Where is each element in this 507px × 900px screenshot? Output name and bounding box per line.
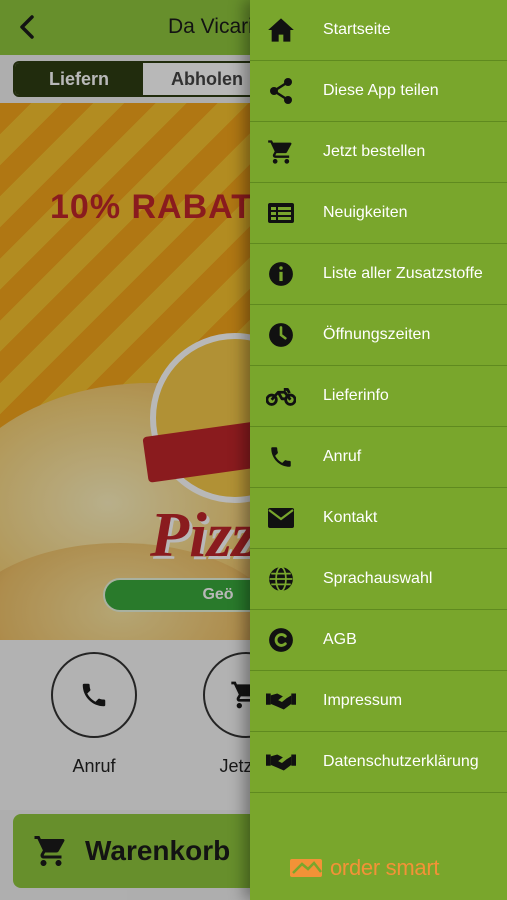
drawer-item-label: Sprachauswahl (323, 570, 433, 587)
clock-icon (266, 320, 296, 350)
drawer-item-opening-hours[interactable]: Öffnungszeiten (250, 305, 507, 366)
envelope-icon (266, 503, 296, 533)
share-icon (266, 76, 296, 106)
drawer-item-label: Lieferinfo (323, 387, 389, 404)
globe-icon (266, 564, 296, 594)
handshake-icon (266, 747, 296, 777)
drawer-item-home[interactable]: Startseite (250, 0, 507, 61)
handshake-icon (266, 686, 296, 716)
news-icon (266, 198, 296, 228)
drawer-item-news[interactable]: Neuigkeiten (250, 183, 507, 244)
info-icon (266, 259, 296, 289)
drawer-item-label: Diese App teilen (323, 82, 439, 99)
order-smart-brand-text: order smart (330, 855, 440, 880)
drawer-item-call[interactable]: Anruf (250, 427, 507, 488)
drawer-item-terms[interactable]: AGB (250, 610, 507, 671)
drawer-item-imprint[interactable]: Impressum (250, 671, 507, 732)
drawer-item-additives[interactable]: Liste aller Zusatzstoffe (250, 244, 507, 305)
navigation-drawer: Startseite Diese App teilen Jetzt bestel… (250, 0, 507, 900)
drawer-item-label: Liste aller Zusatzstoffe (323, 265, 483, 282)
drawer-item-label: Datenschutzerklärung (323, 753, 479, 770)
drawer-item-label: Jetzt bestellen (323, 143, 426, 160)
drawer-item-label: AGB (323, 631, 357, 648)
phone-icon (266, 442, 296, 472)
home-icon (266, 15, 296, 45)
cart-icon (266, 137, 296, 167)
drawer-item-label: Startseite (323, 21, 391, 38)
drawer-item-label: Neuigkeiten (323, 204, 408, 221)
drawer-item-label: Impressum (323, 692, 403, 709)
drawer-item-label: Öffnungszeiten (323, 326, 431, 343)
drawer-item-label: Anruf (323, 448, 362, 465)
drawer-item-language[interactable]: Sprachauswahl (250, 549, 507, 610)
order-smart-logo: order smart (290, 855, 439, 881)
drawer-item-privacy[interactable]: Datenschutzerklärung (250, 732, 507, 793)
drawer-item-delivery-info[interactable]: Lieferinfo (250, 366, 507, 427)
drawer-item-order[interactable]: Jetzt bestellen (250, 122, 507, 183)
drawer-item-contact[interactable]: Kontakt (250, 488, 507, 549)
order-smart-logo-mark (290, 859, 322, 877)
motorcycle-icon (266, 381, 296, 411)
drawer-item-share[interactable]: Diese App teilen (250, 61, 507, 122)
copyright-icon (266, 625, 296, 655)
drawer-item-label: Kontakt (323, 509, 378, 526)
